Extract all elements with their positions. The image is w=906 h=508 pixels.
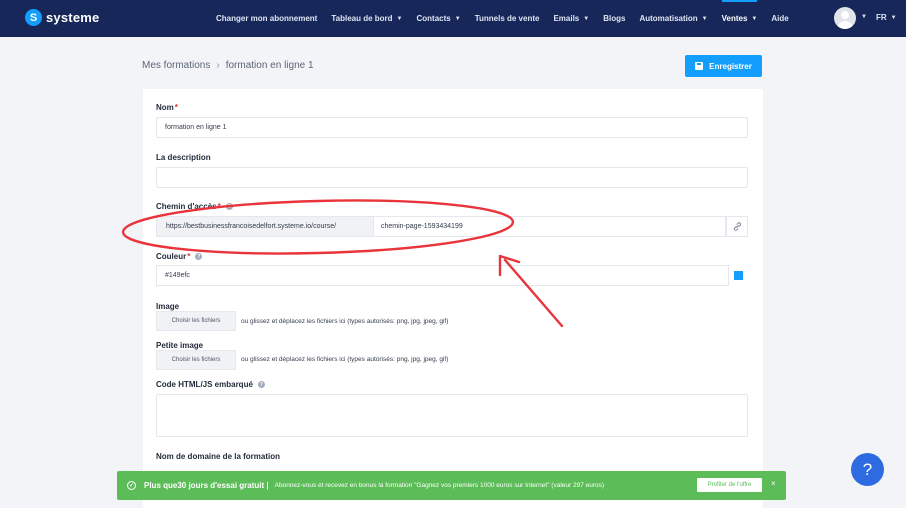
nav-item-aide[interactable]: Aide bbox=[771, 0, 788, 37]
nav-item-tableau-de-bord[interactable]: Tableau de bord ▼ bbox=[331, 0, 402, 37]
nav-item-blogs[interactable]: Blogs bbox=[603, 0, 625, 37]
clock-icon: ✓ bbox=[127, 481, 136, 490]
help-icon[interactable]: ? bbox=[257, 381, 265, 388]
floppy-disk-icon bbox=[695, 62, 704, 70]
help-icon[interactable]: ? bbox=[195, 253, 203, 260]
chevron-down-icon: ▼ bbox=[751, 15, 758, 22]
name-label: Nom * bbox=[156, 103, 178, 112]
nav-item-label: Tableau de bord bbox=[331, 14, 393, 23]
promo-headline: Plus que30 jours d'essai gratuit | bbox=[144, 481, 269, 490]
description-label: La description bbox=[156, 153, 211, 162]
path-label: Chemin d'accès * ? bbox=[156, 202, 233, 211]
question-icon: ? bbox=[862, 459, 873, 479]
top-navbar: S systeme Changer mon abonnement Tableau … bbox=[0, 0, 906, 37]
path-prefix: https://bestbusinessfrancoisedelfort.sys… bbox=[156, 216, 374, 237]
small-image-file-button[interactable]: Choisir les fichiers bbox=[156, 350, 236, 370]
language-label: FR bbox=[876, 13, 887, 22]
main-nav: Changer mon abonnement Tableau de bord ▼ Co… bbox=[216, 0, 803, 37]
name-field[interactable]: formation en ligne 1 bbox=[156, 117, 748, 138]
path-slug-value: chemin-page-1593434199 bbox=[381, 223, 463, 230]
image-file-hint: ou glissez et déplacez les fichiers ici … bbox=[241, 318, 449, 325]
description-field[interactable] bbox=[156, 167, 748, 188]
promo-text: Abonnez-vous et recevez en bonus la form… bbox=[274, 482, 605, 489]
systeme-logo[interactable]: S systeme bbox=[25, 9, 99, 26]
close-icon[interactable]: × bbox=[771, 479, 776, 488]
chevron-down-icon: ▼ bbox=[454, 15, 461, 22]
nav-item-automatisation[interactable]: Automatisation ▼ bbox=[639, 0, 707, 37]
chevron-down-icon: ▼ bbox=[396, 15, 403, 22]
logo-icon: S bbox=[25, 9, 42, 26]
path-slug-input[interactable]: chemin-page-1593434199 bbox=[374, 216, 726, 237]
nav-item-label: Automatisation bbox=[639, 14, 698, 23]
name-value: formation en ligne 1 bbox=[165, 124, 227, 131]
nav-item-label: Contacts bbox=[416, 14, 451, 23]
brand-name: systeme bbox=[46, 10, 100, 25]
embed-code-label: Code HTML/JS embarqué ? bbox=[156, 380, 265, 389]
breadcrumb-parent[interactable]: Mes formations bbox=[142, 60, 210, 71]
nav-item-ventes[interactable]: Ventes ▼ bbox=[721, 0, 758, 37]
link-icon[interactable] bbox=[726, 216, 748, 237]
language-selector[interactable]: FR ▼ bbox=[876, 13, 897, 22]
promo-banner: ✓ Plus que30 jours d'essai gratuit | Abo… bbox=[117, 471, 786, 500]
embed-code-textarea[interactable] bbox=[156, 394, 748, 437]
help-icon[interactable]: ? bbox=[225, 203, 233, 210]
color-value: #149efc bbox=[165, 272, 190, 279]
nav-item-changer-mon-abonnement[interactable]: Changer mon abonnement bbox=[216, 0, 317, 37]
breadcrumb-current: formation en ligne 1 bbox=[225, 60, 314, 71]
help-chat-button[interactable]: ? bbox=[851, 453, 884, 486]
small-image-label: Petite image bbox=[156, 341, 204, 350]
nav-item-label: Ventes bbox=[721, 14, 748, 23]
save-button[interactable]: Enregistrer bbox=[685, 55, 762, 77]
image-file-button[interactable]: Choisir les fichiers bbox=[156, 311, 236, 331]
nav-item-tunnels-de-vente[interactable]: Tunnels de vente bbox=[475, 0, 540, 37]
save-button-label: Enregistrer bbox=[709, 61, 752, 71]
chevron-down-icon: ▼ bbox=[701, 15, 708, 22]
image-label: Image bbox=[156, 302, 180, 311]
breadcrumb: Mes formations › formation en ligne 1 bbox=[142, 60, 314, 71]
nav-item-contacts[interactable]: Contacts ▼ bbox=[417, 0, 461, 37]
nav-item-emails[interactable]: Emails ▼ bbox=[553, 0, 589, 37]
chevron-down-icon[interactable]: ▼ bbox=[861, 14, 867, 20]
nav-item-label: Blogs bbox=[603, 14, 626, 23]
nav-item-label: Aide bbox=[771, 14, 789, 23]
color-input[interactable]: #149efc bbox=[156, 265, 729, 286]
nav-item-label: Tunnels de vente bbox=[474, 14, 540, 23]
color-label: Couleur * ? bbox=[156, 252, 203, 261]
course-form-card bbox=[143, 89, 763, 508]
color-swatch[interactable] bbox=[734, 271, 743, 280]
nav-item-label: Emails bbox=[553, 14, 580, 23]
chevron-down-icon: ▼ bbox=[890, 14, 897, 21]
nav-item-label: Changer mon abonnement bbox=[216, 14, 318, 23]
chevron-right-icon: › bbox=[216, 60, 220, 71]
avatar[interactable] bbox=[834, 7, 856, 29]
chevron-down-icon: ▼ bbox=[583, 15, 590, 22]
small-image-file-hint: ou glissez et déplacez les fichiers ici … bbox=[241, 356, 449, 363]
promo-offer-button[interactable]: Profiter de l'offre bbox=[697, 478, 762, 492]
domain-label: Nom de domaine de la formation bbox=[156, 452, 281, 461]
